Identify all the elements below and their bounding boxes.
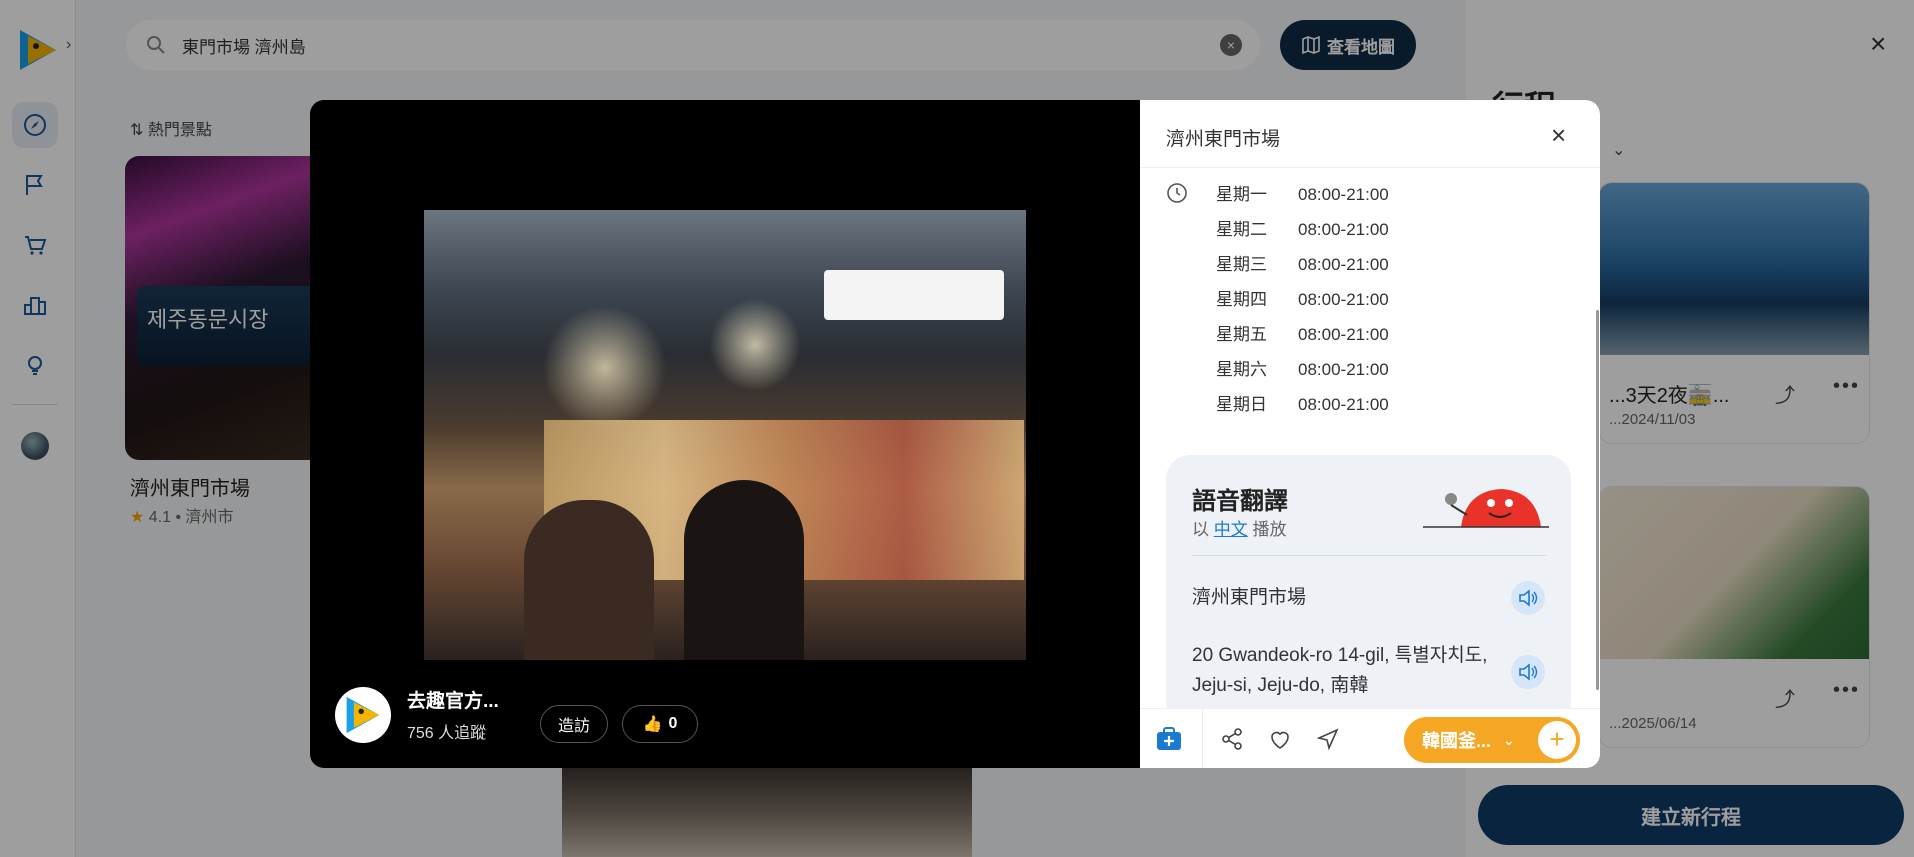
poster-followers: 756 人追蹤 — [407, 725, 487, 742]
photo-modal: 去趣官方... 756 人追蹤 造訪 👍 0 濟州東門市場 × 星期一 08:00-… — [310, 100, 1600, 768]
language-link[interactable]: 中文 — [1214, 520, 1248, 539]
heart-icon[interactable] — [1268, 727, 1292, 751]
close-modal-icon[interactable]: × — [1551, 120, 1566, 151]
photo-shopper — [684, 480, 804, 660]
poster-name[interactable]: 去趣官方... — [407, 686, 499, 713]
add-to-collection-icon[interactable] — [1156, 727, 1182, 751]
hours-row: 星期日 08:00-21:00 — [1216, 395, 1389, 414]
hours-row: 星期二 08:00-21:00 — [1216, 220, 1389, 239]
photo-shopper — [524, 500, 654, 660]
hours-row: 星期五 08:00-21:00 — [1216, 325, 1389, 344]
hours-row: 星期三 08:00-21:00 — [1216, 255, 1389, 274]
clock-icon — [1167, 183, 1187, 203]
speaker-icon[interactable] — [1511, 655, 1545, 689]
details-scrollbar[interactable] — [1596, 310, 1599, 690]
share-icon[interactable] — [1220, 727, 1244, 751]
thumbs-up-icon: 👍 — [642, 716, 663, 733]
hours-row: 星期四 08:00-21:00 — [1216, 290, 1389, 309]
voice-item: 濟州東門市場 — [1192, 587, 1307, 608]
speaker-icon[interactable] — [1511, 581, 1545, 615]
trip-select-button[interactable]: 韓國釜... ⌄ + — [1404, 717, 1580, 763]
voice-title: 語音翻譯 — [1192, 488, 1288, 515]
navigate-icon[interactable] — [1316, 727, 1340, 751]
hours-row: 星期一 08:00-21:00 — [1216, 185, 1389, 204]
voice-item: 20 Gwandeok-ro 14-gil, 특별자치도, Jeju-si, J… — [1192, 645, 1488, 696]
like-button[interactable]: 👍 0 — [622, 705, 698, 743]
visit-button[interactable]: 造訪 — [540, 705, 608, 743]
poster-info[interactable]: 去趣官方... 756 人追蹤 — [335, 686, 499, 743]
mascot-icon — [1423, 489, 1549, 528]
add-to-trip-button[interactable]: + — [1538, 721, 1576, 759]
voice-language-line: 以 中文 播放 — [1192, 520, 1287, 539]
poster-avatar[interactable] — [335, 686, 391, 743]
place-title: 濟州東門市場 — [1166, 129, 1281, 150]
market-photo — [424, 210, 1026, 660]
photo-signboard — [824, 270, 1004, 320]
like-count: 0 — [668, 715, 678, 732]
details-header: 濟州東門市場 × — [1140, 100, 1600, 168]
place-details: 濟州東門市場 × 星期一 08:00-21:00 星期二 08:00-21:00 星… — [1140, 100, 1600, 768]
footer-divider — [1202, 709, 1203, 768]
voice-divider — [1192, 555, 1547, 556]
trip-select-label: 韓國釜... — [1422, 731, 1492, 751]
details-footer: 韓國釜... ⌄ + — [1140, 708, 1600, 768]
hours-row: 星期六 08:00-21:00 — [1216, 360, 1389, 379]
voice-translation-card: 語音翻譯 以 中文 播放 濟州東門市場 20 Gwandeok-ro 14-gi… — [1166, 455, 1571, 725]
chevron-down-icon: ⌄ — [1503, 731, 1515, 748]
